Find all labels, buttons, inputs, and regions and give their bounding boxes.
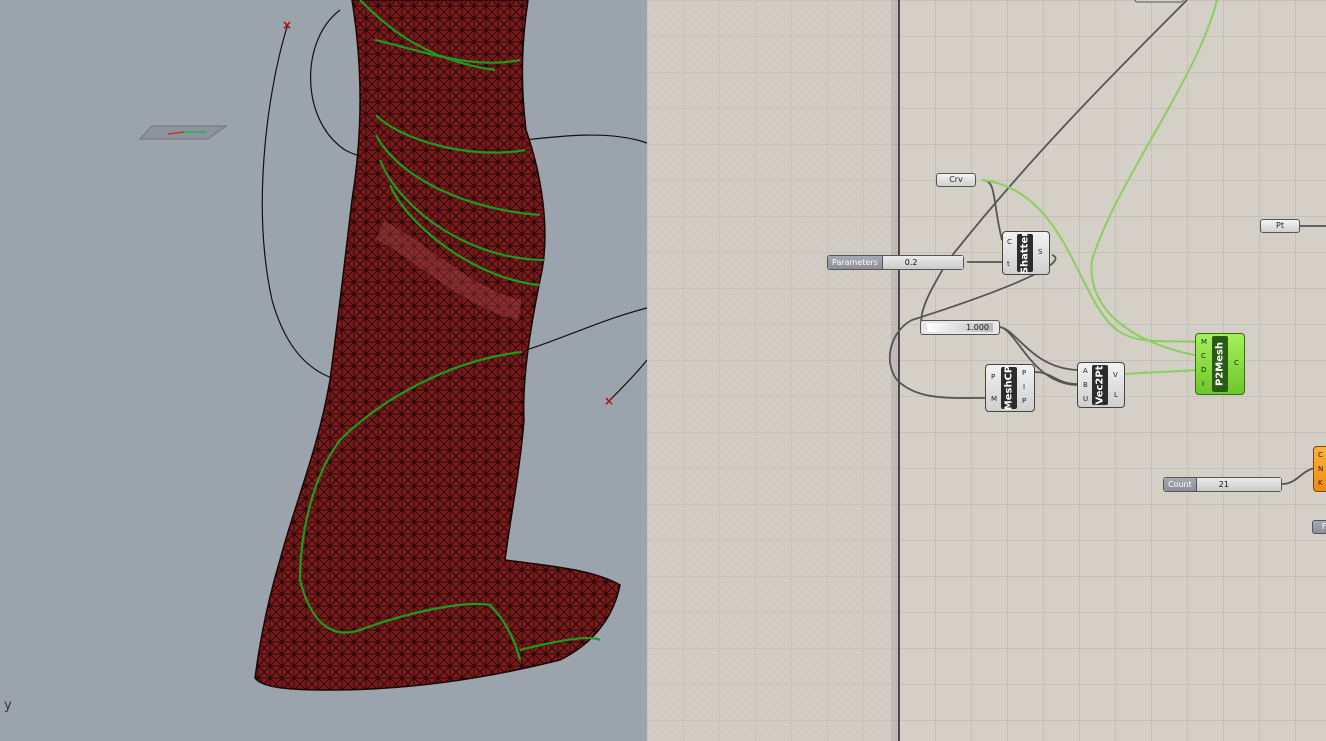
meshcp-component[interactable]: P M MeshCP P I P [985,364,1035,412]
shatter-input-t[interactable]: t [1007,260,1010,268]
parameters-slider-name: Parameters [828,256,883,269]
orange-component-partial[interactable]: C N K [1313,446,1326,492]
meshcp-output-i[interactable]: I [1023,383,1025,391]
p2mesh-output-c[interactable]: C [1234,359,1239,367]
vec2pt-output-l[interactable]: L [1114,391,1118,399]
orange-input-n[interactable]: N [1318,465,1323,473]
p2mesh-input-i[interactable]: I [1202,380,1204,388]
viewport-axis-label: y [4,698,12,713]
unit-slider[interactable]: 1.000 [920,320,1000,335]
f-parameter-partial[interactable]: F [1312,520,1326,534]
crv-parameter[interactable]: Crv [936,173,976,187]
vec2pt-input-u[interactable]: U [1083,395,1088,403]
shatter-label: Shatter [1019,231,1031,275]
p2mesh-input-m[interactable]: M [1201,338,1207,346]
crv-parameter-label: Crv [949,175,963,184]
p2mesh-label: P2Mesh [1214,341,1226,387]
orange-input-c[interactable]: C [1318,451,1323,459]
viewport-scene: × × [138,0,647,691]
vec2pt-component[interactable]: A B U Vec2Pt V L [1077,362,1125,408]
shatter-core: Shatter [1017,231,1033,275]
cplane-widget [138,125,228,140]
svg-text:×: × [282,18,292,32]
meshcp-core: MeshCP [1001,365,1017,411]
svg-text:×: × [604,394,614,408]
unit-slider-value: 1.000 [966,323,989,332]
p2mesh-input-d[interactable]: D [1201,366,1206,374]
shatter-input-c[interactable]: C [1007,238,1012,246]
meshcp-label: MeshCP [1003,365,1015,411]
p2mesh-core: P2Mesh [1212,336,1228,392]
f-parameter-label: F [1321,522,1326,531]
meshcp-input-p[interactable]: P [991,373,995,381]
shatter-component[interactable]: C t Shatter S [1002,231,1050,275]
count-slider-track[interactable]: 21 [1196,478,1281,491]
count-slider-name: Count [1164,478,1197,491]
vec2pt-label: Vec2Pt [1094,365,1106,405]
pt-parameter-label: Pt [1276,221,1284,230]
parameters-slider-track[interactable]: 0.2 [882,256,963,269]
count-slider-value: 21 [1218,480,1229,489]
shatter-output-s[interactable]: S [1038,248,1042,256]
dress-mesh [254,0,621,691]
grasshopper-canvas[interactable]: Crv Pt Parameters 0.2 C t Shatter S 1.00… [647,0,1326,741]
vec2pt-core: Vec2Pt [1092,365,1108,405]
meshcp-output-p2[interactable]: P [1022,397,1026,405]
orange-input-k[interactable]: K [1318,479,1323,487]
parameters-slider[interactable]: Parameters 0.2 [827,255,964,270]
meshcp-input-m[interactable]: M [991,395,997,403]
meshcp-output-p[interactable]: P [1022,369,1026,377]
vec2pt-input-b[interactable]: B [1083,381,1088,389]
vec2pt-input-a[interactable]: A [1083,367,1088,375]
rhino-viewport[interactable]: × × y [0,0,647,741]
unit-slider-track[interactable]: 1.000 [927,323,993,332]
pt-parameter[interactable]: Pt [1260,219,1300,233]
parameters-slider-value: 0.2 [904,258,918,267]
count-slider[interactable]: Count 21 [1163,477,1282,492]
p2mesh-input-c[interactable]: C [1201,352,1206,360]
p2mesh-component[interactable]: M C D I P2Mesh C [1195,333,1245,395]
vec2pt-output-v[interactable]: V [1113,371,1118,379]
